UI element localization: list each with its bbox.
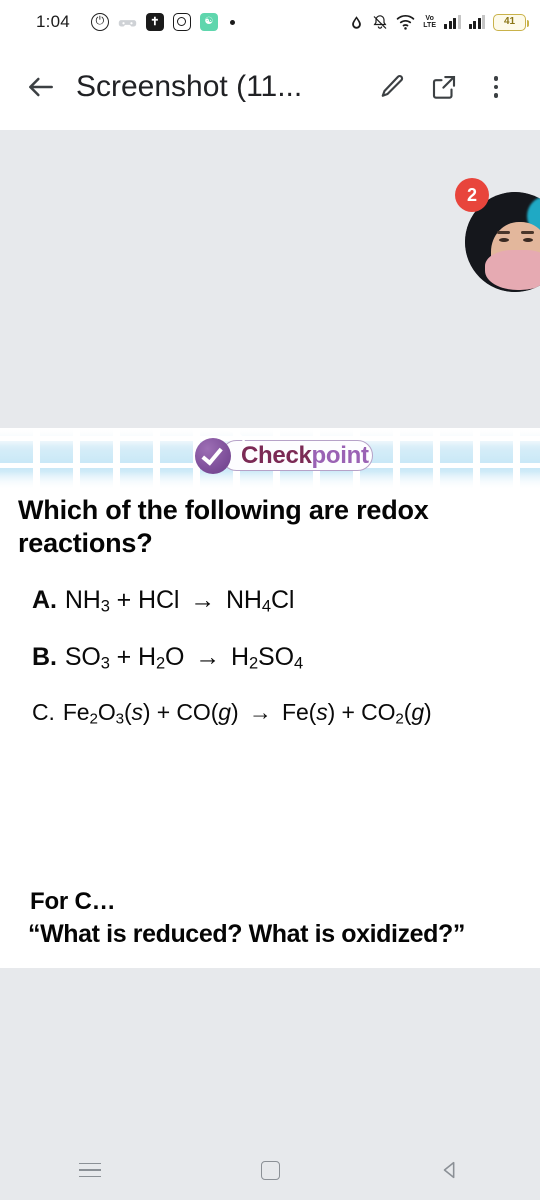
option-b: B. SO3 + H2O → H2SO4 bbox=[32, 643, 532, 674]
option-c-label: C. bbox=[32, 699, 55, 726]
status-bar-left: 1:04 ⏻ ✝ ☯ bbox=[14, 12, 349, 32]
avatar-eye-right bbox=[523, 238, 533, 242]
water-drop-icon bbox=[352, 15, 362, 29]
share-icon bbox=[432, 75, 456, 99]
android-navigation-bar bbox=[0, 1140, 540, 1200]
image-viewer[interactable]: 2 Checkpoint Which of the following are … bbox=[0, 130, 540, 1140]
option-a-label: A. bbox=[32, 586, 57, 614]
more-notifications-dot bbox=[229, 19, 235, 25]
slide-image: Checkpoint Which of the following are re… bbox=[0, 428, 540, 968]
checkpoint-logo: Checkpoint bbox=[195, 428, 373, 474]
option-a: A. NH3 + HCl → NH4Cl bbox=[32, 586, 532, 617]
option-b-label: B. bbox=[32, 642, 57, 671]
instagram-icon bbox=[172, 13, 191, 31]
for-c-text: For C… bbox=[30, 888, 116, 915]
arrow-left-icon bbox=[29, 77, 53, 97]
volte-icon: Vo LTE bbox=[423, 15, 436, 29]
option-c-equation: Fe2O3(s) + CO(g) → Fe(s) + CO2(g) bbox=[62, 699, 432, 728]
overflow-menu-button[interactable] bbox=[470, 61, 522, 113]
checkpoint-label-part2: point bbox=[311, 442, 369, 469]
option-a-equation: NH3 + HCl → NH4Cl bbox=[64, 586, 295, 616]
signal-sim2-icon bbox=[468, 15, 485, 29]
share-button[interactable] bbox=[418, 61, 470, 113]
pencil-icon bbox=[381, 75, 404, 97]
wifi-icon bbox=[397, 15, 415, 30]
checkpoint-label: Checkpoint bbox=[241, 442, 369, 470]
edit-button[interactable] bbox=[366, 61, 418, 113]
battery-level-text: 41 bbox=[503, 16, 516, 27]
game-controller-icon bbox=[118, 19, 137, 26]
green-app-icon: ☯ bbox=[199, 13, 218, 31]
avatar-brow-left bbox=[497, 231, 510, 234]
battery-indicator: 41 bbox=[493, 13, 529, 31]
home-button[interactable] bbox=[180, 1140, 360, 1200]
overflow-menu-icon bbox=[493, 76, 499, 98]
recent-apps-button[interactable] bbox=[0, 1140, 180, 1200]
back-triangle-icon bbox=[443, 1161, 455, 1179]
bible-app-icon: ✝ bbox=[145, 13, 164, 31]
question-text: Which of the following are redox reactio… bbox=[18, 495, 429, 558]
prompt-text: “What is reduced? What is oxidized?” bbox=[28, 920, 466, 948]
status-bar-right: Vo LTE 41 bbox=[349, 13, 529, 31]
notifications-muted-icon bbox=[373, 14, 387, 29]
status-bar: 1:04 ⏻ ✝ ☯ Vo LTE 41 bbox=[0, 0, 540, 44]
option-b-equation: SO3 + H2O → H2SO4 bbox=[64, 642, 304, 673]
avatar-brow-right bbox=[521, 231, 534, 234]
avatar-face-mask bbox=[485, 250, 540, 290]
back-nav-button[interactable] bbox=[360, 1140, 540, 1200]
recent-apps-icon bbox=[79, 1162, 101, 1178]
notification-badge: 2 bbox=[455, 178, 489, 212]
page-title: Screenshot (11... bbox=[76, 70, 303, 103]
messenger-icon: ⏻ bbox=[90, 13, 109, 31]
avatar-eye-left bbox=[499, 238, 509, 242]
status-bar-clock: 1:04 bbox=[36, 12, 70, 31]
options-list: A. NH3 + HCl → NH4Cl B. SO3 + H2O → H2SO4 … bbox=[32, 586, 532, 754]
signal-sim1-icon bbox=[444, 15, 461, 29]
app-bar: Screenshot (11... bbox=[0, 44, 540, 130]
home-icon bbox=[260, 1160, 280, 1180]
avatar-container[interactable]: 2 bbox=[455, 178, 540, 292]
checkpoint-label-part1: Check bbox=[241, 442, 312, 469]
option-c: C. Fe2O3(s) + CO(g) → Fe(s) + CO2(g) bbox=[32, 699, 532, 727]
back-button[interactable] bbox=[18, 64, 64, 110]
